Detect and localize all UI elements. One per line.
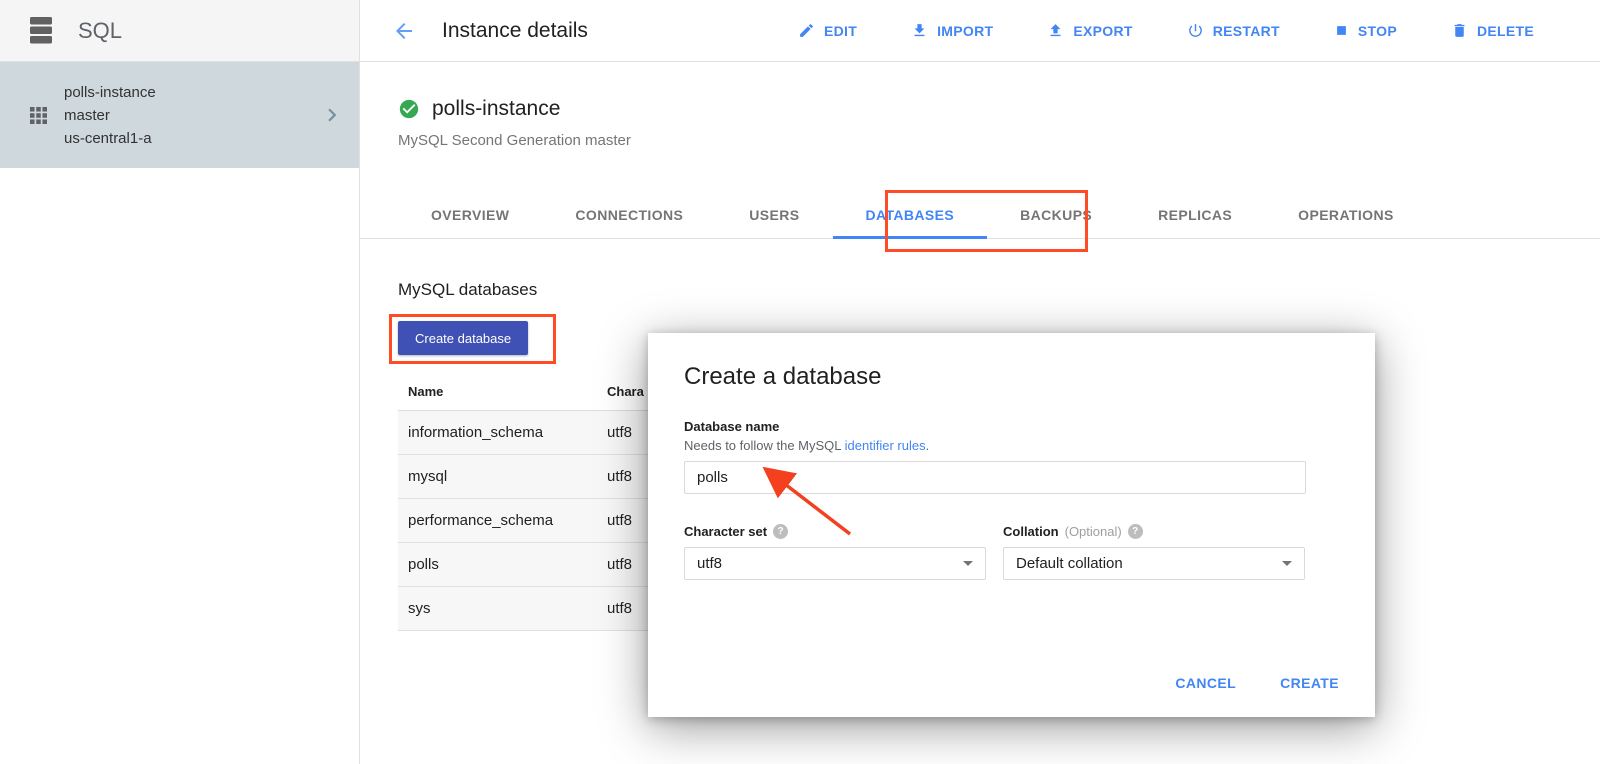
hint-text: Needs to follow the MySQL: [684, 438, 845, 453]
collation-optional-label: (Optional): [1065, 524, 1122, 539]
database-name-label: Database name: [684, 419, 1339, 434]
export-button[interactable]: EXPORT: [1047, 22, 1132, 39]
restart-button[interactable]: RESTART: [1187, 22, 1280, 39]
chevron-down-icon: [1282, 561, 1292, 566]
tab-overview[interactable]: OVERVIEW: [398, 191, 542, 238]
grid-icon: [30, 107, 47, 124]
sidebar-item-polls-instance[interactable]: polls-instance master us-central1-a: [0, 62, 359, 168]
collation-select[interactable]: Default collation: [1003, 547, 1305, 580]
collation-field: Collation (Optional) ? Default collation: [1003, 524, 1305, 580]
collation-selected-value: Default collation: [1016, 555, 1123, 572]
database-name-input[interactable]: [684, 461, 1306, 494]
tab-users[interactable]: USERS: [716, 191, 832, 238]
trash-icon: [1451, 22, 1468, 39]
delete-button-label: DELETE: [1477, 23, 1534, 39]
import-button-label: IMPORT: [937, 23, 993, 39]
instance-header-bar: Instance details EDIT IMPORT: [360, 0, 1600, 61]
instance-name: polls-instance: [432, 97, 560, 121]
tab-operations[interactable]: OPERATIONS: [1265, 191, 1427, 238]
power-icon: [1187, 22, 1204, 39]
instance-tabs: OVERVIEW CONNECTIONS USERS DATABASES BAC…: [360, 191, 1600, 239]
tab-connections[interactable]: CONNECTIONS: [542, 191, 716, 238]
header-actions: EDIT IMPORT EXPORT: [798, 22, 1534, 39]
charset-field: Character set ? utf8: [684, 524, 986, 580]
charset-collation-row: Character set ? utf8 Collation (Optional…: [684, 524, 1339, 580]
charset-select[interactable]: utf8: [684, 547, 986, 580]
edit-button-label: EDIT: [824, 23, 857, 39]
top-bar: SQL Instance details EDIT: [0, 0, 1600, 62]
export-button-label: EXPORT: [1073, 23, 1132, 39]
back-arrow-icon[interactable]: [392, 19, 416, 43]
dialog-title: Create a database: [684, 363, 1339, 391]
cloud-sql-console: SQL Instance details EDIT: [0, 0, 1600, 764]
cancel-button[interactable]: CANCEL: [1175, 675, 1236, 691]
import-icon: [911, 22, 928, 39]
delete-button[interactable]: DELETE: [1451, 22, 1534, 39]
databases-heading: MySQL databases: [398, 280, 1600, 300]
tab-databases[interactable]: DATABASES: [833, 191, 988, 238]
stop-button-label: STOP: [1358, 23, 1397, 39]
db-name: polls: [398, 556, 607, 573]
column-header-name: Name: [398, 384, 607, 399]
db-name: information_schema: [398, 424, 607, 441]
instance-summary: polls-instance MySQL Second Generation m…: [360, 62, 1600, 149]
charset-label: Character set: [684, 524, 767, 539]
status-check-icon: [398, 98, 420, 120]
db-name: sys: [398, 600, 607, 617]
pencil-icon: [798, 22, 815, 39]
product-brand: SQL: [0, 0, 360, 61]
sql-logo-icon: [28, 16, 54, 45]
help-icon[interactable]: ?: [773, 524, 788, 539]
export-icon: [1047, 22, 1064, 39]
product-title: SQL: [78, 18, 122, 44]
create-database-button[interactable]: Create database: [398, 321, 528, 355]
sidebar-instance-zone: us-central1-a: [64, 127, 156, 150]
hint-period: .: [926, 438, 930, 453]
sidebar-instance-name: polls-instance: [64, 81, 156, 104]
charset-selected-value: utf8: [697, 555, 722, 572]
db-name: performance_schema: [398, 512, 607, 529]
stop-button[interactable]: STOP: [1334, 22, 1397, 39]
tab-backups[interactable]: BACKUPS: [987, 191, 1125, 238]
instance-sidebar: polls-instance master us-central1-a: [0, 62, 360, 764]
stop-icon: [1334, 23, 1349, 38]
sidebar-instance-info: polls-instance master us-central1-a: [64, 81, 156, 150]
chevron-down-icon: [963, 561, 973, 566]
import-button[interactable]: IMPORT: [911, 22, 993, 39]
restart-button-label: RESTART: [1213, 23, 1280, 39]
create-database-dialog: Create a database Database name Needs to…: [648, 333, 1375, 717]
identifier-rules-link[interactable]: identifier rules: [845, 438, 926, 453]
page-title: Instance details: [442, 19, 588, 43]
db-name: mysql: [398, 468, 607, 485]
database-name-hint: Needs to follow the MySQL identifier rul…: [684, 438, 1339, 453]
tab-replicas[interactable]: REPLICAS: [1125, 191, 1265, 238]
sidebar-instance-role: master: [64, 104, 156, 127]
chevron-right-icon: [319, 102, 345, 128]
help-icon[interactable]: ?: [1128, 524, 1143, 539]
instance-subtitle: MySQL Second Generation master: [398, 132, 1600, 149]
edit-button[interactable]: EDIT: [798, 22, 857, 39]
collation-label: Collation: [1003, 524, 1059, 539]
create-button[interactable]: CREATE: [1280, 675, 1339, 691]
dialog-actions: CANCEL CREATE: [1175, 675, 1339, 691]
